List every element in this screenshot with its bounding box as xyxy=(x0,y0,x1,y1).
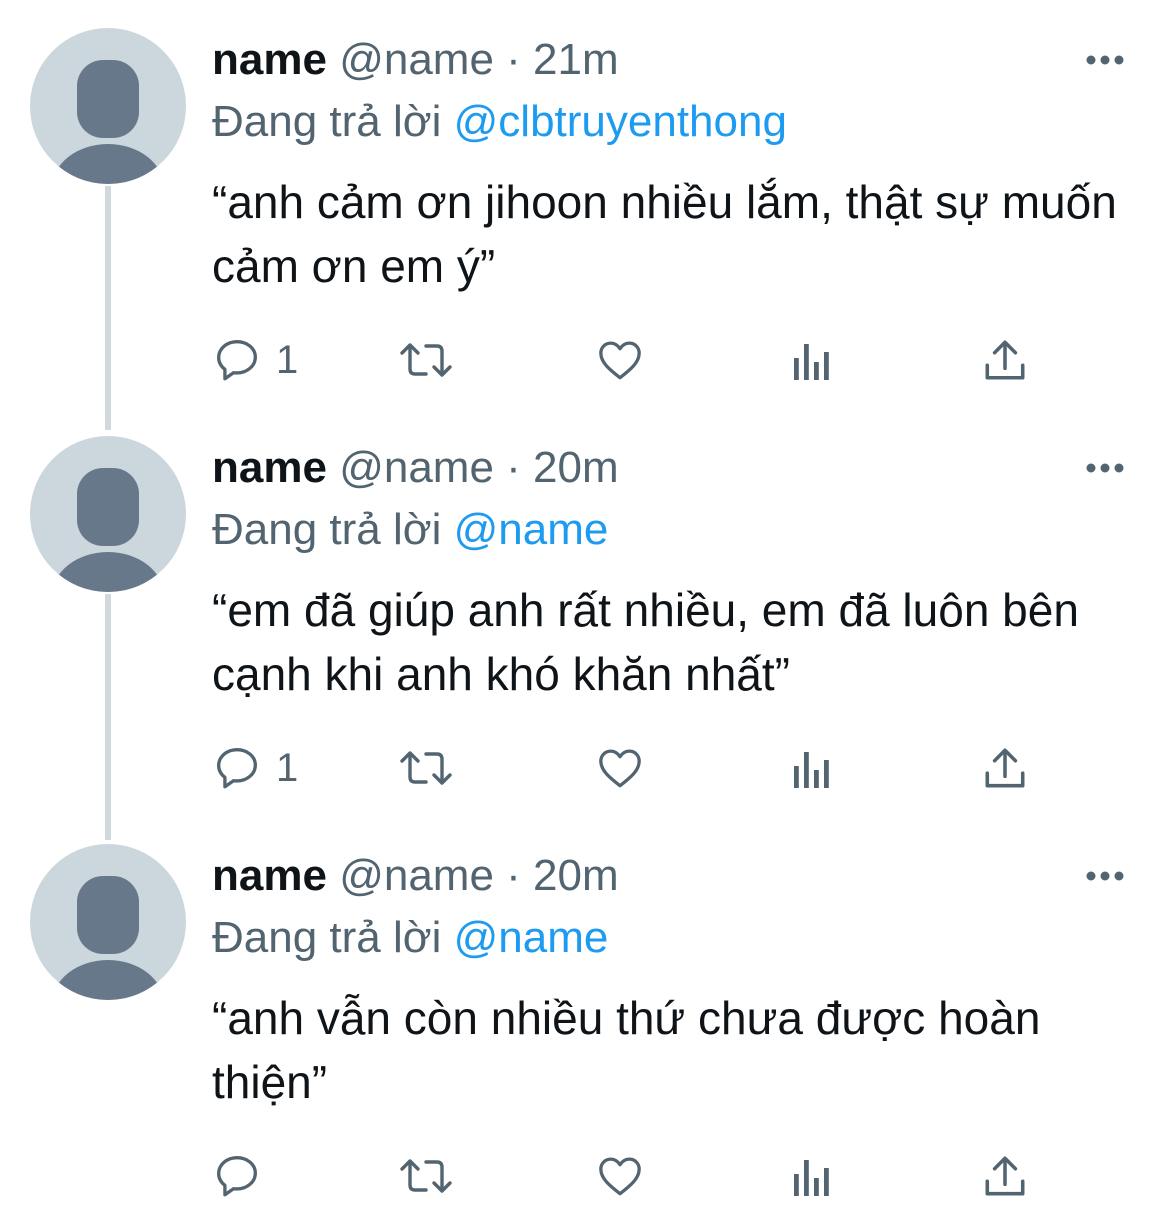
display-name[interactable]: name xyxy=(212,443,327,492)
tweet-header: name @name · 21m xyxy=(212,32,619,88)
replying-to-line: Đang trả lời @name xyxy=(212,500,608,560)
like-button[interactable] xyxy=(595,328,645,392)
analytics-bars-icon xyxy=(794,1160,829,1196)
separator-dot: · xyxy=(506,443,521,492)
avatar[interactable] xyxy=(30,28,186,184)
avatar[interactable] xyxy=(30,844,186,1000)
reply-bubble-icon xyxy=(217,340,257,381)
replying-to-label: Đang trả lời xyxy=(212,505,442,554)
more-dots-icon xyxy=(1086,55,1124,65)
views-button[interactable] xyxy=(788,1144,832,1208)
tweet-header: name @name · 20m xyxy=(212,440,619,496)
tweet[interactable]: name @name · 20m Đang trả lời @name “em … xyxy=(0,408,1170,816)
tweet-actions xyxy=(212,1144,1052,1208)
more-dots-icon xyxy=(1086,871,1124,881)
retweet-icon xyxy=(400,343,452,377)
replying-to-line: Đang trả lời @name xyxy=(212,908,608,968)
tweet-thread: name @name · 21m Đang trả lời @clbtruyen… xyxy=(0,0,1170,1227)
display-name[interactable]: name xyxy=(212,851,327,900)
reply-count: 1 xyxy=(276,337,299,382)
analytics-bars-icon xyxy=(794,344,829,380)
user-handle[interactable]: @name xyxy=(339,851,494,900)
analytics-bars-icon xyxy=(794,752,829,788)
share-button[interactable] xyxy=(980,328,1030,392)
heart-icon xyxy=(599,341,641,380)
tweet-header: name @name · 20m xyxy=(212,848,619,904)
separator-dot: · xyxy=(506,35,521,84)
replying-to-label: Đang trả lời xyxy=(212,97,442,146)
tweet[interactable]: name @name · 21m Đang trả lời @clbtruyen… xyxy=(0,0,1170,408)
timestamp[interactable]: 21m xyxy=(533,35,619,84)
retweet-button[interactable] xyxy=(398,736,454,800)
replying-to-mention[interactable]: @name xyxy=(454,505,609,554)
replying-to-mention[interactable]: @clbtruyenthong xyxy=(454,97,787,146)
views-button[interactable] xyxy=(788,736,832,800)
heart-icon xyxy=(599,1157,641,1196)
heart-icon xyxy=(599,749,641,788)
retweet-button[interactable] xyxy=(398,1144,454,1208)
tweet-actions: 1 xyxy=(212,736,1052,800)
timestamp[interactable]: 20m xyxy=(533,851,619,900)
retweet-button[interactable] xyxy=(398,328,454,392)
replying-to-mention[interactable]: @name xyxy=(454,913,609,962)
share-upload-icon xyxy=(985,748,1025,788)
share-upload-icon xyxy=(985,340,1025,380)
retweet-icon xyxy=(400,751,452,785)
like-button[interactable] xyxy=(595,1144,645,1208)
more-options-button[interactable] xyxy=(1082,48,1128,72)
share-button[interactable] xyxy=(980,736,1030,800)
more-options-button[interactable] xyxy=(1082,864,1128,888)
tweet-text: “anh vẫn còn nhiều thứ chưa được hoàn th… xyxy=(212,992,1041,1108)
reply-bubble-icon xyxy=(217,748,257,789)
tweet-text: “anh cảm ơn jihoon nhiều lắm, thật sự mu… xyxy=(212,176,1117,292)
like-button[interactable] xyxy=(595,736,645,800)
tweet-actions: 1 xyxy=(212,328,1052,392)
reply-bubble-icon xyxy=(217,1156,257,1197)
default-profile-icon xyxy=(52,468,164,592)
more-dots-icon xyxy=(1086,463,1124,473)
timestamp[interactable]: 20m xyxy=(533,443,619,492)
tweet-text: “em đã giúp anh rất nhiều, em đã luôn bê… xyxy=(212,584,1079,700)
reply-button[interactable]: 1 xyxy=(212,736,298,800)
avatar[interactable] xyxy=(30,436,186,592)
default-profile-icon xyxy=(52,60,164,184)
user-handle[interactable]: @name xyxy=(339,443,494,492)
views-button[interactable] xyxy=(788,328,832,392)
more-options-button[interactable] xyxy=(1082,456,1128,480)
tweet[interactable]: name @name · 20m Đang trả lời @name “anh… xyxy=(0,816,1170,1227)
default-profile-icon xyxy=(52,876,164,1000)
separator-dot: · xyxy=(506,851,521,900)
retweet-icon xyxy=(400,1159,452,1193)
reply-count: 1 xyxy=(276,745,299,790)
reply-button[interactable] xyxy=(212,1144,276,1208)
replying-to-line: Đang trả lời @clbtruyenthong xyxy=(212,92,787,152)
user-handle[interactable]: @name xyxy=(339,35,494,84)
reply-button[interactable]: 1 xyxy=(212,328,298,392)
share-button[interactable] xyxy=(980,1144,1030,1208)
display-name[interactable]: name xyxy=(212,35,327,84)
replying-to-label: Đang trả lời xyxy=(212,913,442,962)
share-upload-icon xyxy=(985,1156,1025,1196)
